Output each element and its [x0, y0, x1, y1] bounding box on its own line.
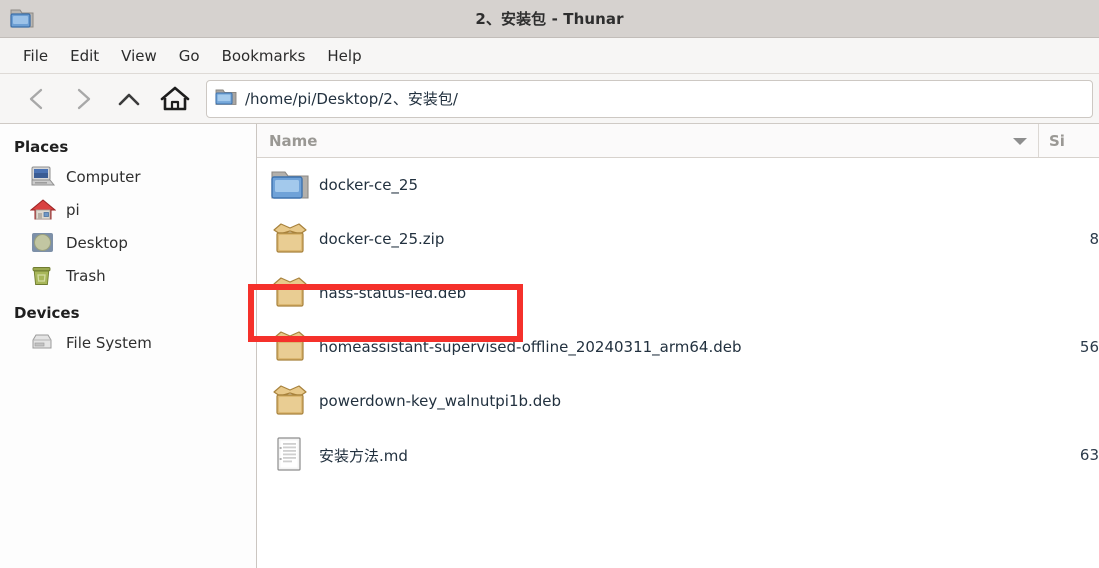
table-row[interactable]: 安装方法.md 63 [257, 428, 1099, 482]
menu-help[interactable]: Help [316, 44, 372, 68]
file-list-view: Name Si docker-ce_25 docker-ce_25.zip 8 … [257, 124, 1099, 568]
folder-icon [269, 164, 311, 206]
trash-icon [30, 263, 56, 289]
table-row[interactable]: docker-ce_25 [257, 158, 1099, 212]
sidebar-item-label: Computer [66, 167, 141, 186]
sidebar: Places Computer pi Desktop Trash Devices… [0, 124, 257, 568]
column-header-row: Name Si [257, 124, 1099, 158]
menu-edit[interactable]: Edit [59, 44, 110, 68]
sidebar-group-places: Places [14, 138, 69, 156]
package-icon [269, 326, 311, 368]
file-name: docker-ce_25 [319, 176, 419, 194]
file-name-cell: hass-status-led.deb [257, 272, 1039, 314]
thunar-window: 2、安装包 - Thunar File Edit View Go Bookmar… [0, 0, 1099, 568]
window-title: 2、安装包 - Thunar [475, 10, 624, 28]
file-name: 安装方法.md [319, 446, 408, 465]
home-button[interactable] [152, 80, 198, 118]
file-size: 56 [1079, 338, 1099, 356]
file-name-cell: 安装方法.md [257, 434, 1039, 476]
file-name-cell: powerdown-key_walnutpi1b.deb [257, 380, 1039, 422]
chevron-left-icon [29, 88, 43, 109]
sidebar-item-desktop[interactable]: Desktop [0, 226, 256, 259]
menu-view[interactable]: View [110, 44, 168, 68]
folder-icon [8, 6, 36, 32]
sidebar-item-label: File System [66, 333, 152, 352]
package-icon [269, 380, 311, 422]
file-name: powerdown-key_walnutpi1b.deb [319, 392, 562, 410]
file-size: 63 [1079, 446, 1099, 464]
menu-file[interactable]: File [12, 44, 59, 68]
file-name-cell: homeassistant-supervised-offline_2024031… [257, 326, 1039, 368]
chevron-up-icon [118, 93, 140, 105]
file-name: homeassistant-supervised-offline_2024031… [319, 338, 742, 356]
path-entry[interactable]: /home/pi/Desktop/2、安装包/ [206, 79, 1093, 118]
table-row[interactable]: powerdown-key_walnutpi1b.deb [257, 374, 1099, 428]
column-header-size[interactable]: Si [1039, 124, 1099, 157]
sidebar-item-computer[interactable]: Computer [0, 160, 256, 193]
sidebar-item-trash[interactable]: Trash [0, 259, 256, 292]
forward-button[interactable] [60, 80, 106, 118]
desktop-icon [30, 230, 56, 256]
file-name: docker-ce_25.zip [319, 230, 445, 248]
file-rows: docker-ce_25 docker-ce_25.zip 8 hass-sta… [257, 158, 1099, 568]
sidebar-item-file-system[interactable]: File System [0, 326, 256, 359]
text-document-icon [269, 434, 311, 476]
file-name: hass-status-led.deb [319, 284, 467, 302]
file-name-cell: docker-ce_25 [257, 164, 1039, 206]
computer-icon [30, 164, 56, 190]
file-name-cell: docker-ce_25.zip [257, 218, 1039, 260]
column-header-size-label: Si [1049, 131, 1065, 150]
content-area: Places Computer pi Desktop Trash Devices… [0, 124, 1099, 568]
menu-bookmarks[interactable]: Bookmarks [211, 44, 317, 68]
harddisk-icon [30, 330, 56, 356]
package-icon [269, 218, 311, 260]
table-row[interactable]: docker-ce_25.zip 8 [257, 212, 1099, 266]
sidebar-item-label: Trash [66, 266, 106, 285]
table-row[interactable]: homeassistant-supervised-offline_2024031… [257, 320, 1099, 374]
table-row[interactable]: hass-status-led.deb [257, 266, 1099, 320]
column-header-name-label: Name [269, 131, 318, 150]
home-folder-icon [30, 197, 56, 223]
back-button[interactable] [14, 80, 60, 118]
menu-go[interactable]: Go [168, 44, 211, 68]
folder-icon [215, 88, 237, 110]
chevron-down-icon[interactable] [1012, 131, 1028, 150]
package-icon [269, 272, 311, 314]
toolbar: /home/pi/Desktop/2、安装包/ [0, 74, 1099, 124]
sidebar-item-pi[interactable]: pi [0, 193, 256, 226]
file-size: 8 [1089, 230, 1099, 248]
sidebar-item-label: pi [66, 200, 80, 219]
title-bar: 2、安装包 - Thunar [0, 0, 1099, 38]
home-icon [160, 86, 190, 110]
chevron-right-icon [77, 88, 91, 109]
sidebar-item-label: Desktop [66, 233, 128, 252]
path-text: /home/pi/Desktop/2、安装包/ [245, 90, 458, 108]
menu-bar: File Edit View Go Bookmarks Help [0, 38, 1099, 74]
up-button[interactable] [106, 80, 152, 118]
sidebar-group-devices: Devices [14, 304, 80, 322]
column-header-name[interactable]: Name [257, 124, 1039, 157]
